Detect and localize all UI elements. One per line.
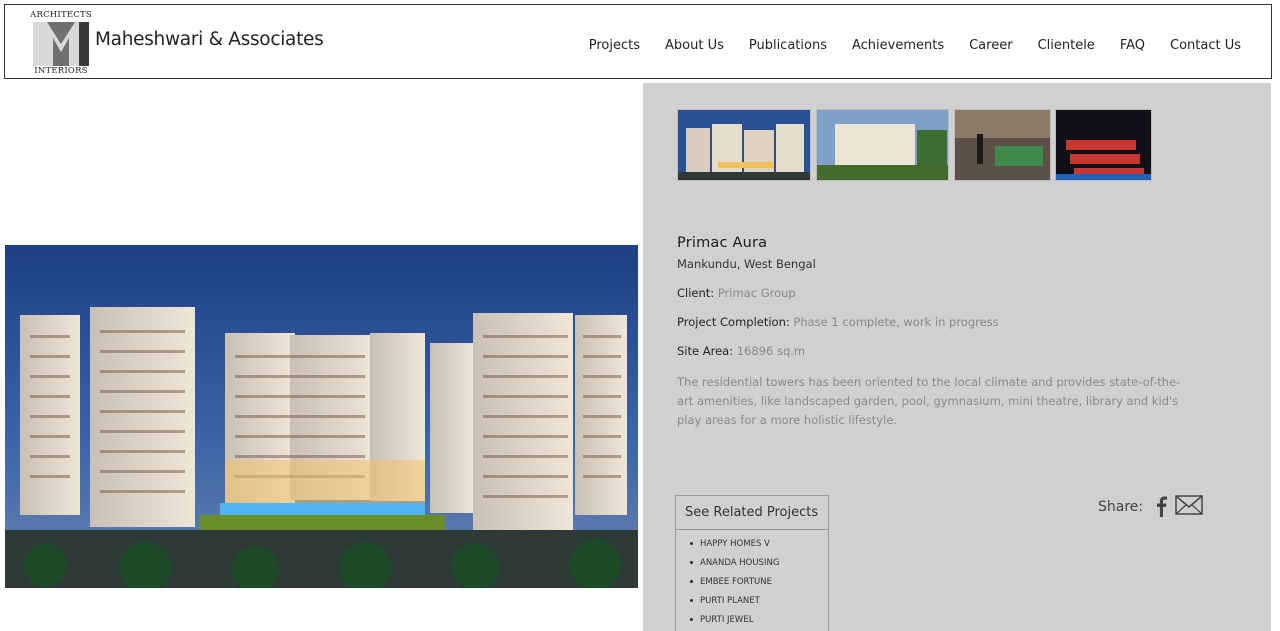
nav-projects[interactable]: Projects	[589, 38, 640, 53]
site-header: ARCHITECTS INTERIORS Maheshwari & Associ…	[4, 4, 1272, 79]
related-project-item[interactable]: ANANDA HOUSING	[688, 557, 828, 576]
thumbnail-exterior-night[interactable]	[677, 109, 811, 181]
main-nav: Projects About Us Publications Achieveme…	[564, 38, 1241, 53]
related-project-item[interactable]: PURTI PLANET	[688, 595, 828, 614]
related-project-item[interactable]: PURTI JEWEL	[688, 614, 828, 631]
share-label: Share:	[1098, 499, 1144, 515]
related-project-item[interactable]: HAPPY HOMES V	[688, 538, 828, 557]
logo[interactable]: ARCHITECTS INTERIORS	[29, 10, 93, 76]
project-details-panel: Primac Aura Mankundu, West Bengal Client…	[643, 83, 1271, 631]
related-projects-heading[interactable]: See Related Projects	[676, 496, 828, 530]
logo-bottom-text: INTERIORS	[34, 66, 88, 76]
project-description: The residential towers has been oriented…	[677, 375, 1181, 427]
site-area-label: Site Area:	[677, 344, 734, 358]
site-area-value: 16896 sq.m	[736, 344, 806, 358]
logo-top-text: ARCHITECTS	[30, 10, 92, 20]
nav-contact-us[interactable]: Contact Us	[1170, 38, 1241, 53]
facebook-icon[interactable]	[1154, 495, 1168, 517]
nav-clientele[interactable]: Clientele	[1038, 38, 1095, 53]
related-projects-box: See Related Projects HAPPY HOMES V ANAND…	[675, 495, 829, 631]
nav-achievements[interactable]: Achievements	[852, 38, 944, 53]
logo-mark	[33, 22, 89, 66]
client-label: Client:	[677, 286, 715, 300]
client-row: Client: Primac Group	[677, 286, 796, 300]
nav-publications[interactable]: Publications	[749, 38, 827, 53]
completion-label: Project Completion:	[677, 315, 790, 329]
mail-icon[interactable]	[1175, 495, 1203, 515]
thumbnail-mini-theatre[interactable]	[1055, 109, 1152, 181]
project-location: Mankundu, West Bengal	[677, 257, 816, 271]
completion-value: Phase 1 complete, work in progress	[793, 315, 999, 329]
completion-row: Project Completion: Phase 1 complete, wo…	[677, 315, 999, 329]
nav-faq[interactable]: FAQ	[1120, 38, 1145, 53]
nav-about-us[interactable]: About Us	[665, 38, 724, 53]
project-hero-image	[5, 245, 638, 588]
brand-name[interactable]: Maheshwari & Associates	[95, 29, 324, 50]
client-value: Primac Group	[717, 286, 796, 300]
related-projects-list: HAPPY HOMES V ANANDA HOUSING EMBEE FORTU…	[676, 530, 828, 631]
related-project-item[interactable]: EMBEE FORTUNE	[688, 576, 828, 595]
site-area-row: Site Area: 16896 sq.m	[677, 344, 805, 358]
thumbnail-exterior-day[interactable]	[816, 109, 949, 181]
nav-career[interactable]: Career	[969, 38, 1012, 53]
thumbnail-billiards-room[interactable]	[954, 109, 1051, 181]
project-title: Primac Aura	[677, 235, 768, 251]
